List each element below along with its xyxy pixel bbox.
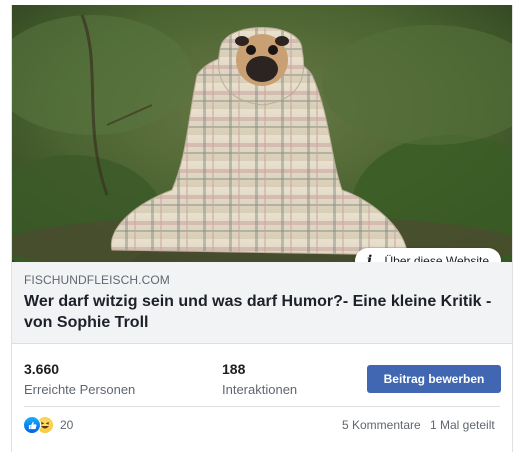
reach-label: Erreichte Personen xyxy=(24,382,136,397)
reaction-icons[interactable] xyxy=(23,416,57,434)
interactions-label: Interaktionen xyxy=(222,382,298,397)
interactions-value: 188 xyxy=(222,361,246,377)
reach-stat[interactable]: 3.660 Erreichte Personen xyxy=(24,361,135,397)
link-title: Wer darf witzig sein und was darf Humor?… xyxy=(24,293,492,331)
boost-post-button[interactable]: Beitrag bewerben xyxy=(367,365,501,393)
reaction-count[interactable]: 20 xyxy=(60,418,73,432)
comments-count[interactable]: 5 Kommentare xyxy=(342,418,421,432)
link-preview-image[interactable] xyxy=(12,5,512,262)
like-icon xyxy=(23,416,41,434)
reach-value: 3.660 xyxy=(24,361,60,377)
pug-in-blanket-illustration xyxy=(12,5,512,262)
link-domain: FISCHUNDFLEISCH.COM xyxy=(24,273,170,287)
shares-count[interactable]: 1 Mal geteilt xyxy=(430,418,495,432)
post-insights: 3.660 Erreichte Personen 188 Interaktion… xyxy=(12,351,512,403)
link-preview-info[interactable]: FISCHUNDFLEISCH.COM Wer darf witzig sein… xyxy=(12,262,512,344)
interactions-stat[interactable]: 188 Interaktionen xyxy=(222,361,297,397)
divider xyxy=(24,406,500,407)
reactions-bar: 20 5 Kommentare 1 Mal geteilt xyxy=(12,412,512,438)
post-card: i Über diese Website FISCHUNDFLEISCH.COM… xyxy=(11,5,513,452)
